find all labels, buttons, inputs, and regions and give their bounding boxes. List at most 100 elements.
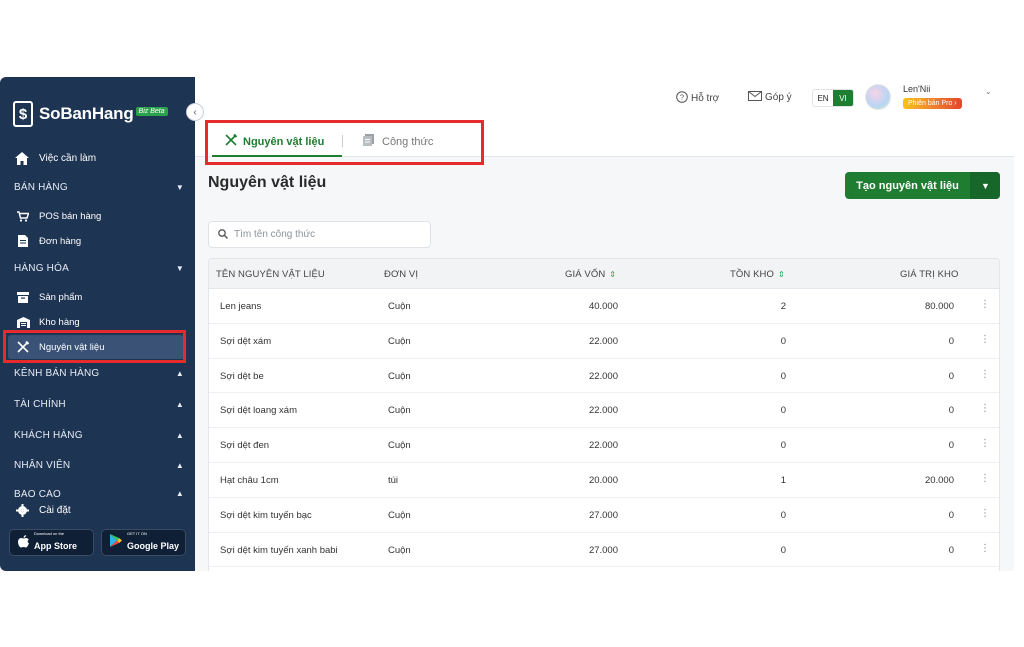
section-finance[interactable]: TÀI CHÍNH ▲ — [14, 399, 184, 410]
mail-icon — [748, 91, 762, 104]
sidebar-item-warehouse[interactable]: Kho hàng — [16, 315, 80, 329]
language-switch[interactable]: EN VI — [812, 89, 854, 107]
cell-name: Sợi dệt đen — [220, 440, 270, 452]
table-row[interactable]: Hạt châu 1cm túi 20.000 1 20.000 ⋮ — [209, 463, 999, 498]
table-row[interactable]: Sợi dệt xám Cuộn 22.000 0 0 ⋮ — [209, 324, 999, 359]
search-icon — [218, 226, 228, 244]
section-reports[interactable]: BÁO CÁO ▲ — [14, 489, 184, 497]
col-stock-header[interactable]: TỒN KHO ⇕ — [730, 269, 785, 280]
sidebar-item-orders[interactable]: Đơn hàng — [16, 234, 81, 248]
cell-unit: Cuộn — [388, 405, 411, 417]
col-value-header[interactable]: GIÁ TRỊ KHO — [900, 269, 958, 280]
sidebar-item-label: POS bán hàng — [39, 210, 102, 222]
pro-version-badge[interactable]: Phiên bản Pro › — [903, 98, 962, 109]
dollar-logo-icon: $ — [13, 101, 33, 127]
cell-value: 0 — [948, 405, 954, 417]
sidebar-item-todo[interactable]: Việc cần làm — [14, 151, 96, 165]
avatar[interactable] — [865, 84, 891, 110]
store-big-text: App Store — [34, 541, 78, 551]
sidebar-item-settings[interactable]: Cài đặt — [14, 503, 71, 517]
main-content: ? Hỗ trợ Góp ý EN VI Len'Nii Phiên bản P… — [195, 77, 1014, 571]
table-row[interactable]: Sợi dệt đen Cuộn 22.000 0 0 ⋮ — [209, 428, 999, 463]
more-options-icon[interactable]: ⋮ — [980, 438, 990, 449]
sort-icon[interactable]: ⇕ — [778, 270, 785, 279]
brand-logo[interactable]: $ SoBanHang Biz Beta — [13, 101, 168, 127]
sidebar: $ SoBanHang Biz Beta Việc cần làm BÁN HÀ… — [0, 77, 195, 571]
lang-en-option[interactable]: EN — [813, 90, 833, 106]
chevron-left-icon: ‹ — [193, 106, 197, 118]
more-options-icon[interactable]: ⋮ — [980, 369, 990, 380]
collapse-sidebar-button[interactable]: ‹ — [186, 103, 204, 121]
table-row[interactable]: Sợi dệt kim tuyến xanh babi Cuộn 27.000 0 0 ⋮ — [209, 533, 999, 568]
search-input[interactable] — [234, 229, 414, 240]
table-row[interactable]: Sợi dệt be Cuộn 22.000 0 0 ⋮ — [209, 359, 999, 394]
section-customers[interactable]: KHÁCH HÀNG ▲ — [14, 430, 184, 441]
cell-unit: Cuộn — [388, 440, 411, 452]
section-sales[interactable]: BÁN HÀNG ▼ — [14, 182, 184, 193]
more-options-icon[interactable]: ⋮ — [980, 299, 990, 310]
cell-value: 0 — [948, 335, 954, 347]
create-button-label: Tạo nguyên vật liệu — [856, 179, 959, 192]
cell-name: Sợi dệt be — [220, 370, 264, 382]
section-label: BÁN HÀNG — [14, 182, 68, 193]
sidebar-item-pos[interactable]: POS bán hàng — [16, 209, 101, 223]
cell-stock: 2 — [780, 301, 786, 312]
section-label: HÀNG HÓA — [14, 263, 69, 274]
section-channels[interactable]: KÊNH BÁN HÀNG ▲ — [14, 368, 184, 379]
cell-value: 0 — [948, 509, 954, 521]
cell-name: Sợi dệt xám — [220, 335, 272, 347]
app-store-button[interactable]: Download on the App Store — [9, 529, 94, 556]
section-label: KHÁCH HÀNG — [14, 430, 83, 441]
chevron-up-icon: ▲ — [175, 489, 184, 497]
cell-stock: 0 — [780, 370, 786, 382]
google-play-button[interactable]: GET IT ON Google Play — [101, 529, 186, 556]
section-goods[interactable]: HÀNG HÓA ▼ — [14, 263, 184, 274]
chevron-down-icon: ▼ — [981, 180, 990, 191]
warehouse-icon — [16, 315, 30, 329]
feedback-label: Góp ý — [765, 92, 792, 103]
more-options-icon[interactable]: ⋮ — [980, 403, 990, 414]
app-window: $ SoBanHang Biz Beta Việc cần làm BÁN HÀ… — [0, 77, 1024, 571]
create-material-button[interactable]: Tạo nguyên vật liệu ▼ — [845, 172, 1000, 199]
cell-cost: 40.000 — [588, 301, 618, 312]
help-circle-icon: ? — [676, 91, 688, 106]
more-options-icon[interactable]: ⋮ — [980, 334, 990, 345]
sidebar-item-label: Cài đặt — [39, 504, 71, 516]
store-small-text: GET IT ON — [127, 531, 147, 536]
cell-cost: 22.000 — [588, 440, 618, 452]
cell-stock: 0 — [780, 405, 786, 417]
support-link[interactable]: ? Hỗ trợ — [676, 91, 719, 106]
table-row[interactable]: Sợi dệt loang xám Cuộn 22.000 0 0 ⋮ — [209, 393, 999, 429]
search-box[interactable] — [208, 221, 431, 248]
cell-name: Hạt châu 1cm — [220, 474, 279, 486]
sidebar-item-label: Đơn hàng — [39, 235, 82, 247]
more-options-icon[interactable]: ⋮ — [980, 508, 990, 519]
sidebar-item-products[interactable]: Sản phẩm — [16, 290, 82, 304]
section-label: NHÂN VIÊN — [14, 460, 71, 471]
cell-name: Sợi dệt loang xám — [220, 405, 297, 417]
col-cost-header[interactable]: GIÁ VỐN ⇕ — [565, 269, 616, 280]
section-staff[interactable]: NHÂN VIÊN ▲ — [14, 460, 184, 471]
beta-badge: Biz Beta — [135, 106, 168, 116]
user-name[interactable]: Len'Nii — [903, 84, 930, 94]
feedback-link[interactable]: Góp ý — [748, 91, 792, 104]
sort-icon[interactable]: ⇕ — [609, 270, 616, 279]
chevron-down-icon[interactable]: ⌄ — [985, 87, 992, 96]
more-options-icon[interactable]: ⋮ — [980, 473, 990, 484]
table-row[interactable]: Len jeans Cuộn 40.000 2 80.000 ⋮ — [209, 289, 999, 324]
table-row[interactable]: Sợi dệt kim tuyến bạc Cuộn 27.000 0 0 ⋮ — [209, 498, 999, 533]
cell-name: Len jeans — [220, 301, 262, 312]
cell-cost: 27.000 — [588, 509, 618, 521]
col-unit-header[interactable]: ĐƠN VỊ — [384, 269, 418, 280]
create-options-dropdown[interactable]: ▼ — [970, 172, 1000, 199]
cell-name: Sợi dệt kim tuyến xanh babi — [220, 544, 338, 556]
cell-unit: Cuộn — [388, 544, 411, 556]
lang-vi-option[interactable]: VI — [833, 90, 853, 106]
gear-icon — [14, 503, 30, 517]
cell-stock: 0 — [780, 544, 786, 556]
more-options-icon[interactable]: ⋮ — [980, 543, 990, 554]
cell-unit: Cuộn — [388, 370, 411, 382]
cell-value: 0 — [948, 440, 954, 452]
brand-name: SoBanHang — [39, 104, 134, 123]
col-name-header[interactable]: TÊN NGUYÊN VẬT LIỆU — [216, 269, 325, 280]
